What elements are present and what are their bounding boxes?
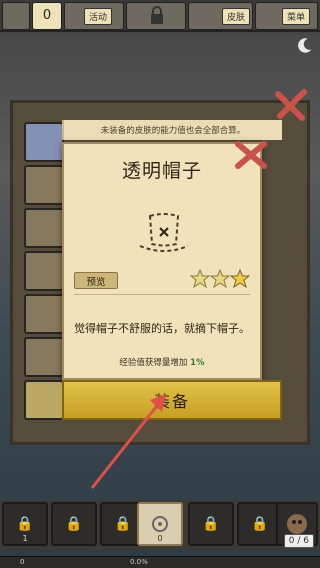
item-description: 觉得帽子不舒服的话，就摘下帽子。: [74, 322, 250, 335]
close-x-icon[interactable]: [274, 88, 308, 122]
xp-level: 0: [20, 558, 25, 566]
category-item[interactable]: [24, 294, 64, 334]
menu-badge[interactable]: 菜单: [282, 8, 311, 25]
skin-category-list: [24, 122, 64, 423]
xp-bonus-label: 经验值获得量增加: [119, 358, 188, 368]
xp-percent: 0.0%: [130, 558, 148, 566]
topbar-slot[interactable]: [2, 2, 30, 30]
lock-slot[interactable]: 🔒: [188, 502, 234, 546]
moon-icon[interactable]: [296, 36, 314, 54]
item-title: 透明帽子: [121, 160, 202, 182]
divider: [74, 294, 250, 295]
center-slot[interactable]: 0: [137, 502, 183, 546]
category-item[interactable]: [24, 165, 64, 205]
xp-bar: 0 0.0%: [0, 556, 320, 568]
slot-number: 1: [22, 534, 28, 543]
top-bar: 0 活动 皮肤 菜单: [0, 0, 320, 32]
topbar-slot[interactable]: [126, 2, 186, 30]
category-item[interactable]: [24, 337, 64, 377]
skin-counter: 0 / 6: [283, 534, 314, 548]
xp-bonus-value: 1%: [190, 358, 205, 368]
skin-badge[interactable]: 皮肤: [222, 8, 251, 25]
coin-counter: 0: [32, 2, 62, 30]
lock-slot[interactable]: 🔒: [51, 502, 97, 546]
category-item[interactable]: [24, 380, 64, 420]
category-item[interactable]: [24, 208, 64, 248]
activity-badge[interactable]: 活动: [84, 8, 113, 25]
xp-bonus: 经验值获得量增加 1%: [64, 356, 260, 368]
equip-button[interactable]: 装备: [62, 380, 282, 420]
category-item[interactable]: [24, 251, 64, 291]
item-card: 透明帽子 预览 觉得帽子不舒服的话，就摘下帽子。 经验值获得量增加 1%: [62, 142, 262, 380]
star-icon: [229, 268, 250, 289]
lock-icon: [151, 6, 163, 24]
hat-icon: [139, 213, 189, 252]
preview-button[interactable]: 预览: [74, 272, 118, 289]
star-rating: [190, 268, 250, 289]
star-icon: [209, 268, 231, 289]
gear-icon: [152, 516, 168, 532]
category-item[interactable]: [24, 122, 64, 162]
notice-text: 未装备的皮肤的能力值也会全部合算。: [62, 120, 282, 140]
star-icon: [190, 268, 211, 289]
close-x-icon[interactable]: [232, 138, 270, 172]
lock-slot[interactable]: 🔒 1: [2, 502, 48, 546]
slot-number: 0: [157, 534, 163, 543]
